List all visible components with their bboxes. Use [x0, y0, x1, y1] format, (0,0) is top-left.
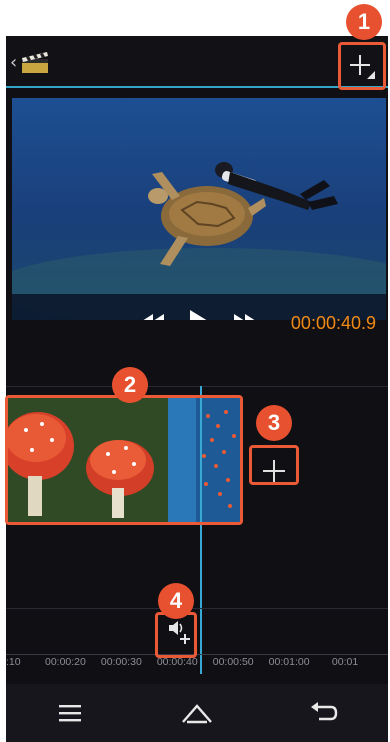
- back-arrow-icon: [311, 702, 338, 721]
- ruler-tick: 00:00:20: [44, 656, 86, 668]
- rewind-icon: [143, 314, 164, 320]
- current-timecode: 00:00:40.9: [290, 313, 376, 333]
- timeline-divider: [6, 386, 388, 387]
- menu-icon: [58, 705, 81, 722]
- ruler-tick: 00:00:30: [100, 656, 142, 668]
- underwater-video-frame: [12, 98, 386, 320]
- callout-number: 1: [346, 4, 382, 40]
- ruler-tick: 00:01: [331, 656, 359, 668]
- home-icon: [182, 704, 212, 724]
- system-navigation-bar: [6, 684, 388, 742]
- audio-track-divider: [6, 608, 388, 609]
- ruler-tick: 00:01:00: [268, 656, 310, 668]
- play-button[interactable]: [190, 310, 208, 320]
- rewind-button[interactable]: [142, 314, 164, 320]
- callout-box-add-media: [338, 42, 386, 90]
- app-screen: ‹ 00:00:40.9:10 00:00:20 00:00:30 00:00…: [6, 36, 388, 742]
- clapperboard-app-icon[interactable]: [20, 50, 50, 74]
- top-divider: [6, 86, 388, 88]
- fast-forward-icon: [234, 314, 255, 320]
- fast-forward-button[interactable]: [234, 314, 256, 320]
- callout-number: 4: [158, 583, 194, 619]
- callout-number: 3: [256, 405, 292, 441]
- callout-box-add-clip: [249, 445, 299, 485]
- top-bar: ‹: [6, 36, 388, 86]
- video-preview[interactable]: [12, 98, 386, 320]
- ruler-tick: 00:00:50: [212, 656, 254, 668]
- back-button[interactable]: [294, 693, 354, 733]
- back-chevron-icon[interactable]: ‹: [10, 52, 17, 73]
- timeline-ruler[interactable]: :10 00:00:20 00:00:30 00:00:40 00:00:50 …: [6, 656, 388, 680]
- callout-number: 2: [112, 367, 148, 403]
- home-button[interactable]: [167, 693, 227, 733]
- ruler-divider: [6, 654, 388, 655]
- ruler-tick: :10: [6, 656, 21, 668]
- play-icon: [190, 310, 207, 320]
- menu-button[interactable]: [40, 693, 100, 733]
- callout-box-clip: [5, 395, 243, 525]
